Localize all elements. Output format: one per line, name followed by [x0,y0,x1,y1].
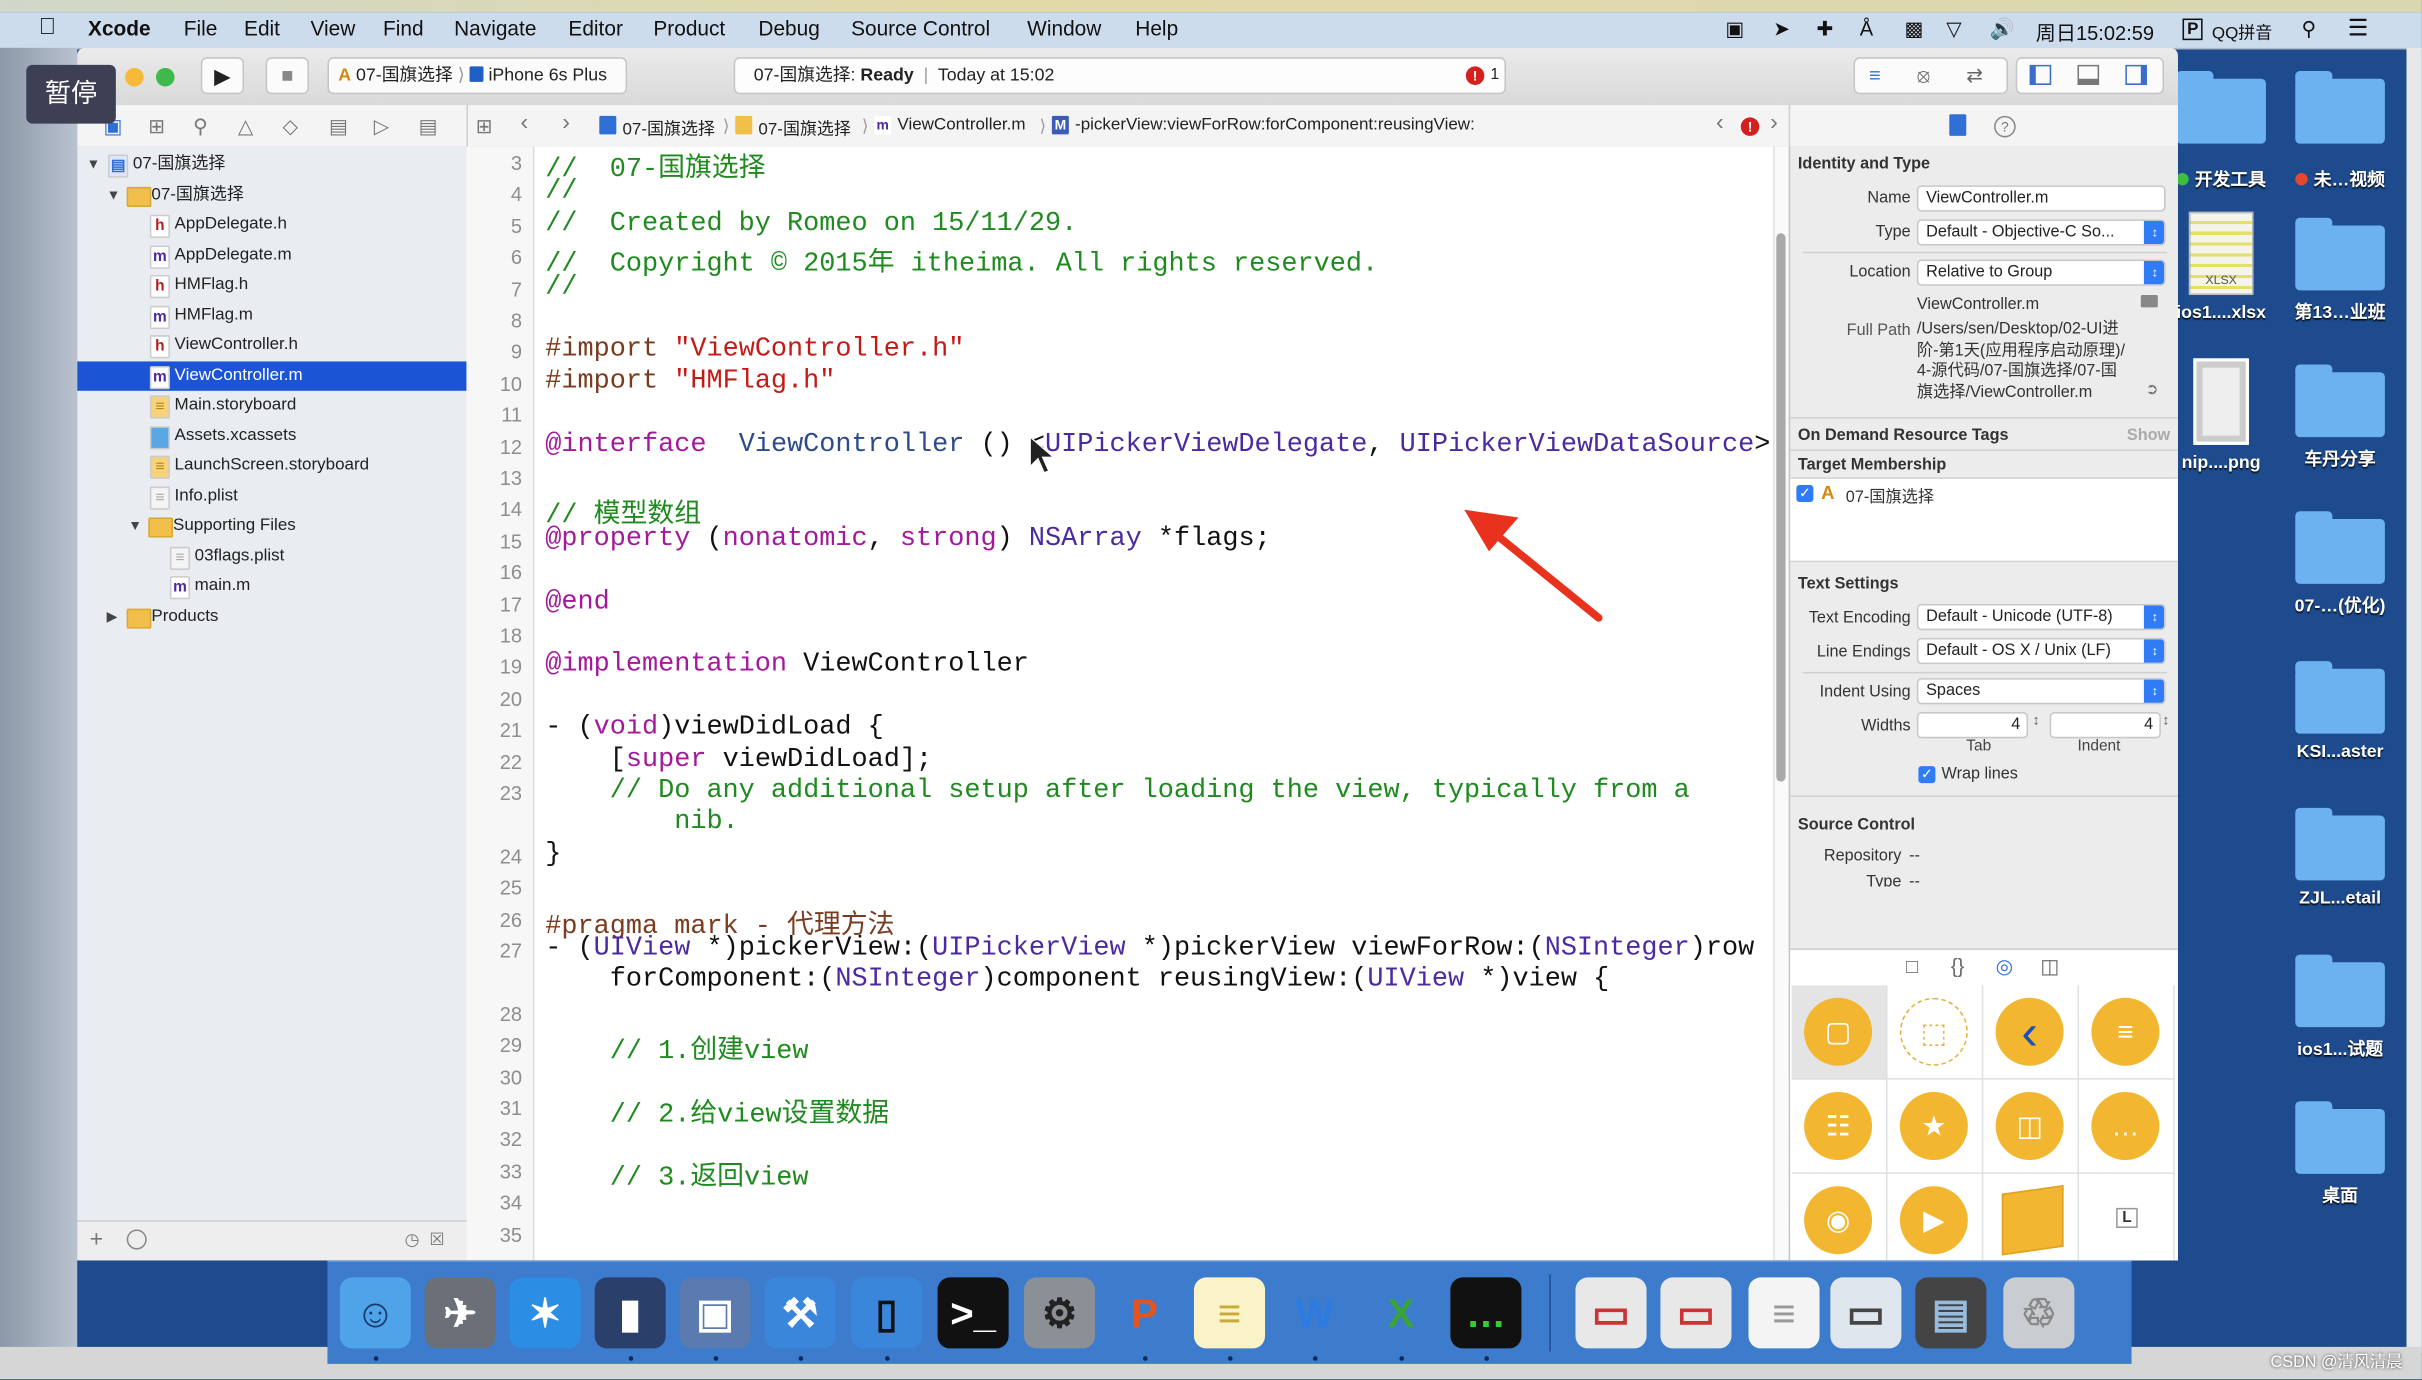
dock-safari-icon[interactable]: ✶ [509,1277,581,1349]
dock-photo-booth-icon[interactable]: ▣ [679,1277,751,1349]
running-indicator [885,1356,890,1361]
running-indicator [1143,1356,1148,1361]
dock-image-1-icon[interactable]: ▭ [1830,1277,1902,1349]
screen:  XcodeFileEditViewFindNavigateEditorPro… [0,0,2422,1380]
running-indicator [628,1356,634,1361]
dock-powerpoint-icon[interactable]: P [1109,1277,1180,1348]
dock-screenshot-1-icon[interactable]: ▭ [1575,1277,1647,1349]
pause-overlay-button[interactable]: 暂停 [26,64,116,124]
running-indicator [713,1356,719,1361]
dock-word-icon[interactable]: W [1279,1277,1350,1348]
dock-console-icon[interactable]: … [1450,1277,1522,1349]
running-indicator [1399,1356,1405,1361]
dock-simulator-icon[interactable]: ▯ [851,1277,923,1349]
dock-system-preferences-icon[interactable]: ⚙ [1024,1277,1096,1349]
running-indicator [1312,1356,1318,1361]
watermark: CSDN @清风清晨 [2270,1353,2403,1372]
dock-document-icon[interactable]: ≡ [1748,1277,1820,1349]
dock-terminal-icon[interactable]: >_ [937,1277,1009,1349]
dock-finder-icon[interactable]: ☺ [339,1277,411,1349]
dock: ☺ ✈ ✶ ▮ ▣ ⚒ ▯ >_ ⚙ P ≡ W X… ▭ ▭ ≡ ▭ ▤ ♲ [327,1260,2132,1364]
dock-separator [1549,1274,1551,1352]
dock-xcode-icon[interactable]: ⚒ [764,1277,836,1349]
mouse-cursor-icon [1029,435,1056,474]
red-arrow-annotation [1464,509,1603,622]
dock-excel-icon[interactable]: X [1365,1277,1436,1348]
running-indicator [1227,1356,1233,1361]
dock-image-2-icon[interactable]: ▤ [1915,1277,1987,1349]
dock-launchpad-icon[interactable]: ✈ [424,1277,496,1349]
annotation-layer [1029,435,1603,622]
dock-mouse-app-icon[interactable]: ▮ [594,1277,666,1349]
dock-trash-icon[interactable]: ♲ [2003,1277,2075,1349]
running-indicator [373,1356,379,1361]
running-indicator [798,1356,804,1361]
dock-notes-icon[interactable]: ≡ [1193,1277,1266,1349]
dock-screenshot-2-icon[interactable]: ▭ [1660,1277,1732,1349]
running-indicator [1484,1356,1489,1361]
